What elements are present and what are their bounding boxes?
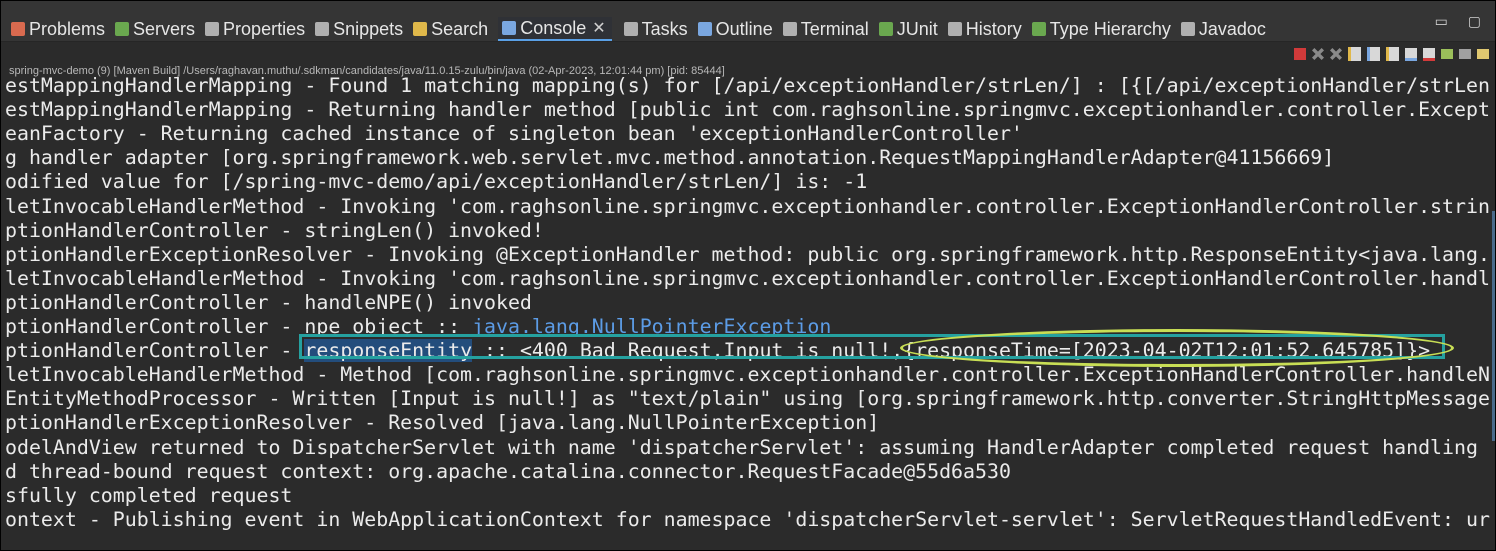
log-text: letInvocableHandlerMethod - Invoking 'co… <box>5 266 1490 290</box>
tab-label: Properties <box>223 18 306 39</box>
tab-snippets[interactable]: Snippets <box>315 17 403 41</box>
search-icon <box>413 22 428 36</box>
log-text: letInvocableHandlerMethod - Method [com.… <box>5 363 1490 387</box>
clear-console-icon[interactable] <box>1348 47 1361 61</box>
word-wrap-icon[interactable] <box>1386 47 1399 61</box>
tab-problems[interactable]: Problems <box>11 17 105 41</box>
log-text: ptionHandlerController - stringLen() inv… <box>5 218 544 242</box>
console-line: EntityMethodProcessor - Written [Input i… <box>5 387 1490 411</box>
tab-properties[interactable]: Properties <box>205 17 305 41</box>
log-text: estMappingHandlerMapping - Found 1 match… <box>5 76 1490 97</box>
console-line: ptionHandlerController - handleNPE() inv… <box>5 291 532 315</box>
window-controls[interactable]: ▭ ▢ <box>1435 13 1489 30</box>
log-text: ptionHandlerController - <box>5 339 305 363</box>
show-stdout-icon[interactable] <box>1405 47 1417 61</box>
javadoc-icon <box>1180 22 1195 36</box>
console-line: letInvocableHandlerMethod - Invoking 'co… <box>5 195 1490 219</box>
tab-label: Console <box>520 17 587 38</box>
log-text: ontext - Publishing event in WebApplicat… <box>5 507 1490 531</box>
snippets-icon <box>315 22 330 36</box>
terminate-icon[interactable] <box>1294 48 1306 60</box>
remove-launch-icon[interactable] <box>1312 48 1324 60</box>
show-stderr-icon[interactable] <box>1423 47 1435 61</box>
log-text: odelAndView returned to DispatcherServle… <box>5 435 1478 459</box>
console-line: letInvocableHandlerMethod - Method [com.… <box>5 363 1490 387</box>
tab-outline[interactable]: Outline <box>697 17 773 41</box>
console-line: ontext - Publishing event in WebApplicat… <box>5 508 1490 532</box>
tab-history[interactable]: History <box>947 17 1022 41</box>
console-line: ptionHandlerExceptionResolver - Resolved… <box>5 411 879 435</box>
log-text: odified value for [/spring-mvc-demo/api/… <box>5 170 868 194</box>
type-hierarchy-icon <box>1031 22 1046 36</box>
log-text: eanFactory - Returning cached instance o… <box>5 122 1023 146</box>
tab-javadoc[interactable]: Javadoc <box>1180 17 1266 41</box>
exception-link[interactable]: java.lang.NullPointerException <box>472 315 831 338</box>
console-line: g handler adapter [org.springframework.w… <box>5 146 1334 170</box>
console-toolbar <box>1288 45 1489 63</box>
pin-console-icon[interactable] <box>1441 49 1453 59</box>
tab-list: Problems Servers Properties Snippets Search C… <box>11 17 1276 41</box>
vertical-scrollbar[interactable] <box>1492 211 1495 441</box>
log-text: estMappingHandlerMapping - Returning han… <box>5 98 1490 122</box>
tab-label: Javadoc <box>1198 18 1266 39</box>
tasks-icon <box>623 22 638 36</box>
log-text: EntityMethodProcessor - Written [Input i… <box>5 387 1490 411</box>
log-text: d thread-bound request context: org.apac… <box>5 459 1011 483</box>
history-icon <box>947 22 962 36</box>
tab-servers[interactable]: Servers <box>115 17 195 41</box>
tab-junit[interactable]: JUnit <box>878 17 938 41</box>
log-text: letInvocableHandlerMethod - Invoking 'co… <box>5 194 1490 218</box>
remove-all-icon[interactable] <box>1330 48 1342 60</box>
log-text: ptionHandlerController - npe object :: <box>5 315 473 338</box>
tab-type-hierarchy[interactable]: Type Hierarchy <box>1031 17 1171 41</box>
tab-tasks[interactable]: Tasks <box>623 17 688 41</box>
scroll-lock-icon[interactable] <box>1367 47 1380 61</box>
tab-label: Search <box>431 18 489 39</box>
console-line: letInvocableHandlerMethod - Invoking 'co… <box>5 267 1490 291</box>
console-output[interactable]: estMappingHandlerMapping - Found 1 match… <box>1 76 1495 550</box>
properties-icon <box>205 22 220 36</box>
console-icon <box>502 21 517 35</box>
console-line: ptionHandlerController - npe object :: j… <box>5 315 831 339</box>
tab-label: Servers <box>133 18 196 39</box>
tab-label: Problems <box>29 18 106 39</box>
console-line: sfully completed request <box>5 484 292 508</box>
log-text: ptionHandlerExceptionResolver - Resolved… <box>5 411 880 435</box>
eclipse-console-view: Problems Servers Properties Snippets Search C… <box>0 0 1496 551</box>
console-line: odified value for [/spring-mvc-demo/api/… <box>5 170 867 194</box>
console-line: estMappingHandlerMapping - Returning han… <box>5 98 1490 122</box>
servers-icon <box>115 22 130 36</box>
tab-console[interactable]: Console ✕ <box>498 17 612 41</box>
console-line: d thread-bound request context: org.apac… <box>5 460 1011 484</box>
terminal-icon <box>782 22 797 36</box>
console-line: ptionHandlerController - responseEntity … <box>5 339 1430 363</box>
console-line: ptionHandlerController - stringLen() inv… <box>5 219 544 243</box>
open-console-icon[interactable] <box>1477 49 1489 59</box>
problems-icon <box>11 22 25 36</box>
log-text: ptionHandlerExceptionResolver - Invoking… <box>5 242 1490 266</box>
console-line: estMappingHandlerMapping - Found 1 match… <box>5 76 1490 98</box>
console-line: ptionHandlerExceptionResolver - Invoking… <box>5 243 1490 267</box>
tab-label: Outline <box>715 18 773 39</box>
log-text: :: <400 Bad Request,Input is null!,{resp… <box>472 339 1431 363</box>
tab-search[interactable]: Search <box>413 17 488 41</box>
console-line: odelAndView returned to DispatcherServle… <box>5 436 1478 460</box>
log-text: g handler adapter [org.springframework.w… <box>5 146 1335 170</box>
tab-label: Terminal <box>800 18 869 39</box>
tab-label: Snippets <box>333 18 404 39</box>
junit-icon <box>878 22 893 36</box>
tab-label: History <box>965 18 1022 39</box>
tab-label: JUnit <box>896 18 938 39</box>
outline-icon <box>697 22 712 36</box>
display-console-icon[interactable] <box>1459 49 1471 59</box>
tab-terminal[interactable]: Terminal <box>782 17 869 41</box>
console-line: eanFactory - Returning cached instance o… <box>5 122 1023 146</box>
selected-text: responseEntity <box>304 339 473 363</box>
log-text: ptionHandlerController - handleNPE() inv… <box>5 290 532 314</box>
view-tab-bar: Problems Servers Properties Snippets Search C… <box>1 1 1495 42</box>
tab-label: Type Hierarchy <box>1049 18 1171 39</box>
log-text: sfully completed request <box>5 483 293 507</box>
close-icon[interactable]: ✕ <box>592 18 605 38</box>
tab-label: Tasks <box>641 18 688 39</box>
